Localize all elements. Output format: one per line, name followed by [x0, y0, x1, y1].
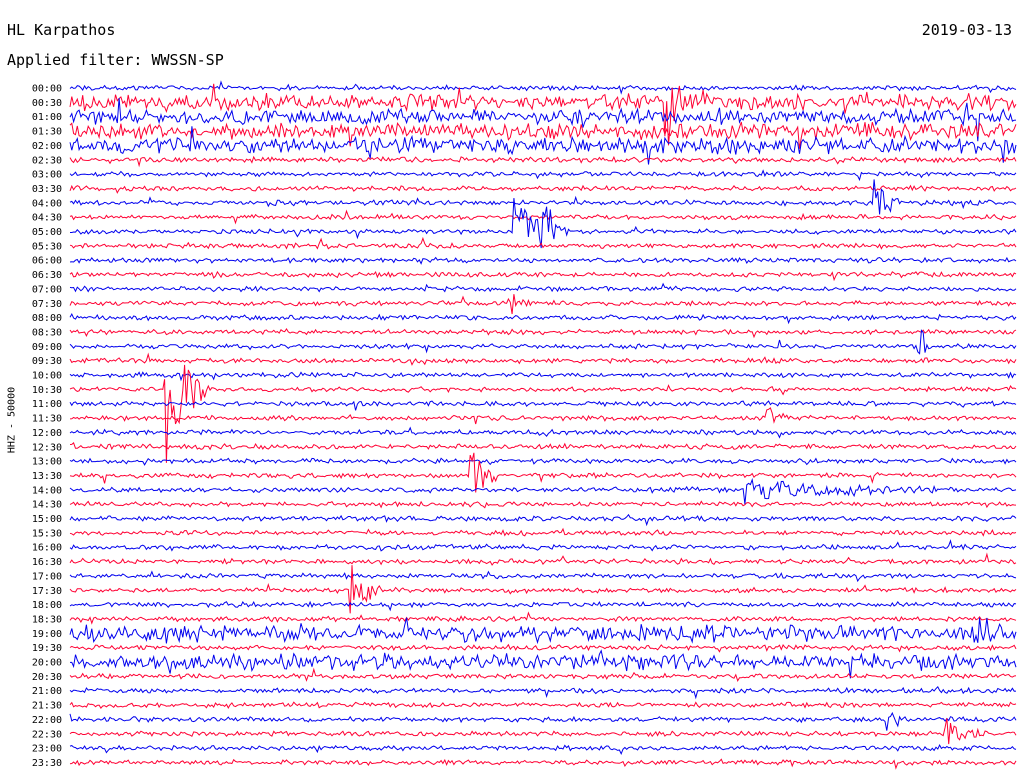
seismic-trace-2130 — [69, 701, 1017, 709]
row-time-label: 22:00 — [32, 715, 62, 726]
seismic-trace-0300 — [69, 169, 1017, 182]
row-time-label: 16:00 — [32, 543, 62, 554]
row-time-label: 11:00 — [32, 399, 62, 410]
seismic-trace-0400 — [69, 179, 1017, 215]
seismic-trace-1630 — [69, 552, 1017, 566]
row-time-label: 05:00 — [32, 227, 62, 238]
seismic-trace-1430 — [69, 500, 1017, 509]
seismic-trace-1600 — [69, 539, 1017, 552]
row-time-label: 17:00 — [32, 571, 62, 582]
row-time-label: 00:00 — [32, 84, 62, 95]
seismic-trace-0600 — [69, 256, 1017, 265]
helicorder-plot: 00:00 00:30 01:00 01:30 02:00 02:30 03:00 03:30… — [32, 80, 1017, 770]
seismic-trace-2100 — [69, 685, 1017, 700]
seismic-trace-2330 — [69, 758, 1017, 770]
seismic-trace-0730 — [69, 294, 1017, 315]
seismic-trace-1730 — [69, 565, 1017, 614]
row-time-label: 19:00 — [32, 629, 62, 640]
row-time-label: 06:30 — [32, 270, 62, 281]
seismic-trace-0800 — [69, 313, 1017, 325]
seismic-trace-0230 — [69, 155, 1017, 168]
row-time-label: 02:00 — [32, 141, 62, 152]
seismic-trace-2030 — [69, 667, 1017, 683]
row-time-label: 14:30 — [32, 500, 62, 511]
row-time-label: 03:00 — [32, 170, 62, 181]
seismic-trace-1300 — [69, 457, 1017, 466]
row-time-label: 02:30 — [32, 155, 62, 166]
seismic-trace-0630 — [69, 270, 1017, 282]
row-time-label: 09:30 — [32, 356, 62, 367]
seismic-trace-1400 — [69, 477, 1017, 505]
row-time-label: 20:30 — [32, 672, 62, 683]
row-time-label: 09:00 — [32, 342, 62, 353]
row-time-label: 08:00 — [32, 313, 62, 324]
row-time-label: 16:30 — [32, 557, 62, 568]
seismic-trace-0030 — [69, 83, 1017, 146]
row-time-label: 14:00 — [32, 485, 62, 496]
row-time-label: 04:00 — [32, 198, 62, 209]
row-time-label: 11:30 — [32, 414, 62, 425]
seismic-trace-0330 — [69, 184, 1017, 194]
seismic-trace-0930 — [69, 352, 1017, 366]
row-time-label: 06:00 — [32, 256, 62, 267]
row-time-label: 10:30 — [32, 385, 62, 396]
row-time-label: 13:00 — [32, 457, 62, 468]
seismic-trace-2200 — [69, 711, 1017, 731]
row-time-label: 12:00 — [32, 428, 62, 439]
row-time-label: 18:30 — [32, 614, 62, 625]
seismic-trace-1100 — [69, 400, 1017, 411]
seismic-trace-1130 — [69, 407, 1017, 425]
row-time-label: 15:30 — [32, 528, 62, 539]
seismic-trace-1800 — [69, 600, 1017, 612]
seismic-trace-0100 — [69, 97, 1017, 142]
row-time-label: 23:00 — [32, 744, 62, 755]
row-time-label: 01:00 — [32, 112, 62, 123]
seismic-trace-1830 — [69, 611, 1017, 625]
seismic-trace-1530 — [69, 527, 1017, 537]
seismic-trace-1930 — [69, 643, 1017, 653]
seismic-trace-1000 — [69, 371, 1017, 382]
row-time-label: 13:30 — [32, 471, 62, 482]
row-time-label: 19:30 — [32, 643, 62, 654]
seismic-trace-0500 — [70, 198, 1017, 249]
row-time-label: 10:00 — [32, 371, 62, 382]
row-time-label: 22:30 — [32, 729, 62, 740]
row-time-label: 12:30 — [32, 442, 62, 453]
seismic-trace-2000 — [70, 649, 1017, 679]
row-time-label: 07:00 — [32, 284, 62, 295]
row-time-label: 04:30 — [32, 213, 62, 224]
row-time-label: 17:30 — [32, 586, 62, 597]
seismic-trace-0830 — [69, 327, 1017, 339]
seismic-trace-0700 — [69, 282, 1017, 293]
row-time-label: 21:00 — [32, 686, 62, 697]
seismic-trace-1200 — [69, 426, 1017, 439]
row-time-label: 15:00 — [32, 514, 62, 525]
row-time-label: 20:00 — [32, 658, 62, 669]
seismic-trace-1500 — [69, 513, 1017, 527]
row-time-label: 00:30 — [32, 98, 62, 109]
row-time-label: 23:30 — [32, 758, 62, 769]
seismic-trace-2300 — [69, 743, 1017, 756]
row-time-label: 18:00 — [32, 600, 62, 611]
seismic-trace-0530 — [69, 236, 1017, 250]
seismic-trace-1700 — [69, 570, 1017, 583]
row-time-label: 21:30 — [32, 701, 62, 712]
row-time-label: 07:30 — [32, 299, 62, 310]
row-time-label: 03:30 — [32, 184, 62, 195]
row-time-label: 08:30 — [32, 327, 62, 338]
seismic-trace-0000 — [69, 80, 1017, 95]
row-time-label: 05:30 — [32, 241, 62, 252]
row-time-label: 01:30 — [32, 127, 62, 138]
seismic-trace-1230 — [69, 442, 1017, 451]
